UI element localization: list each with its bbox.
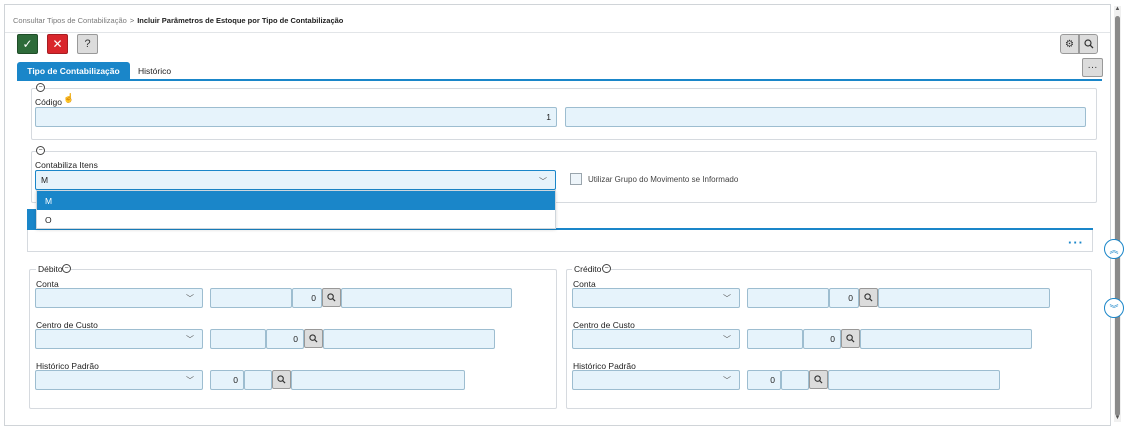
breadcrumb-parent[interactable]: Consultar Tipos de Contabilização: [13, 16, 127, 25]
vertical-scrollbar[interactable]: ▲ ▼: [1114, 6, 1121, 422]
contabiliza-select[interactable]: M ﹀: [35, 170, 556, 190]
breadcrumb-current: Incluir Parâmetros de Estoque por Tipo d…: [137, 16, 344, 25]
search-button[interactable]: [1079, 34, 1098, 54]
tab-underline: [17, 79, 1102, 81]
credito-historico-number-input[interactable]: 0: [747, 370, 781, 390]
debito-historico-select[interactable]: [35, 370, 203, 390]
more-options-button[interactable]: ···: [1082, 58, 1103, 77]
breadcrumb-separator: >: [129, 16, 135, 25]
debito-historico-description[interactable]: [291, 370, 465, 390]
debito-title-text: Débito: [38, 264, 63, 274]
dropdown-option-o[interactable]: O: [37, 210, 555, 229]
credito-historico-select[interactable]: [572, 370, 740, 390]
search-icon: [1083, 39, 1093, 49]
dropdown-option-m[interactable]: M: [37, 191, 555, 210]
codigo-description-input[interactable]: [565, 107, 1086, 127]
scroll-down-arrow-icon[interactable]: ▼: [1114, 415, 1121, 421]
cancel-button[interactable]: ✕: [47, 34, 68, 54]
credito-conta-number-input[interactable]: 0: [829, 288, 859, 308]
settings-button[interactable]: ⚙: [1060, 34, 1079, 54]
search-icon: [814, 375, 823, 384]
cursor-hand-icon: ☝: [63, 93, 75, 103]
credito-title-text: Crédito: [574, 264, 602, 274]
grid-more-options-icon[interactable]: ···: [1068, 236, 1084, 249]
codigo-input[interactable]: 1: [35, 107, 557, 127]
debito-conta-number-input[interactable]: 0: [292, 288, 322, 308]
double-chevron-down-icon: ︾: [1109, 303, 1119, 314]
scrollbar-thumb[interactable]: [1115, 16, 1120, 416]
confirm-button[interactable]: ✓: [17, 34, 38, 54]
debito-title: Débito: [36, 264, 65, 274]
chevron-down-icon: ﹀: [539, 177, 547, 186]
contabiliza-dropdown-list: M O: [36, 190, 556, 229]
credito-centro-number-input[interactable]: 0: [803, 329, 841, 349]
credito-historico-description[interactable]: [828, 370, 1000, 390]
credito-centro-code-input[interactable]: [747, 329, 803, 349]
scroll-up-arrow-icon[interactable]: ▲: [1114, 6, 1121, 12]
debito-centro-code-input[interactable]: [210, 329, 266, 349]
credito-conta-code-input[interactable]: [747, 288, 829, 308]
tab-bar: Tipo de Contabilização Histórico: [17, 62, 179, 79]
collapse-codigo-icon[interactable]: −: [36, 83, 45, 92]
debito-centro-description[interactable]: [323, 329, 495, 349]
debito-centro-select[interactable]: [35, 329, 203, 349]
debito-historico-number-input[interactable]: 0: [210, 370, 244, 390]
double-chevron-up-icon: ︽: [1109, 244, 1119, 255]
utilizar-grupo-label: Utilizar Grupo do Movimento se Informado: [588, 175, 739, 184]
credito-conta-search-button[interactable]: [859, 288, 878, 307]
debito-conta-search-button[interactable]: [322, 288, 341, 307]
debito-centro-search-button[interactable]: [304, 329, 323, 348]
contabiliza-selected-value: M: [41, 175, 49, 185]
credito-conta-select[interactable]: [572, 288, 740, 308]
search-icon: [277, 375, 286, 384]
debito-centro-number-input[interactable]: 0: [266, 329, 304, 349]
credito-conta-description[interactable]: [878, 288, 1050, 308]
codigo-label: Código: [35, 97, 62, 107]
search-icon: [864, 293, 873, 302]
inner-tab-indicator: [27, 209, 36, 229]
search-icon: [327, 293, 336, 302]
main-frame: Consultar Tipos de Contabilização > Inclui…: [4, 4, 1111, 426]
contabiliza-label: Contabiliza Itens: [35, 160, 98, 170]
debito-historico-code-input[interactable]: [244, 370, 272, 390]
breadcrumb: Consultar Tipos de Contabilização > Inclui…: [13, 16, 343, 25]
search-icon: [846, 334, 855, 343]
collapse-contabiliza-icon[interactable]: −: [36, 146, 45, 155]
credito-historico-search-button[interactable]: [809, 370, 828, 389]
scroll-to-top-button[interactable]: ︽: [1104, 239, 1124, 259]
check-icon: ✓: [22, 37, 33, 51]
credito-centro-description[interactable]: [860, 329, 1032, 349]
debito-conta-code-input[interactable]: [210, 288, 292, 308]
search-icon: [309, 334, 318, 343]
utilizar-grupo-checkbox[interactable]: [570, 173, 582, 185]
collapse-credito-icon[interactable]: −: [602, 264, 611, 273]
credito-title: Crédito: [572, 264, 604, 274]
gear-icon: ⚙: [1065, 38, 1074, 50]
credito-centro-select[interactable]: [572, 329, 740, 349]
debito-historico-search-button[interactable]: [272, 370, 291, 389]
debito-conta-description[interactable]: [341, 288, 512, 308]
scroll-to-bottom-button[interactable]: ︾: [1104, 298, 1124, 318]
header-divider: [5, 32, 1110, 33]
close-icon: ✕: [52, 37, 63, 51]
credito-centro-search-button[interactable]: [841, 329, 860, 348]
tab-historico[interactable]: Histórico: [130, 62, 179, 79]
credito-historico-code-input[interactable]: [781, 370, 809, 390]
help-button[interactable]: ?: [77, 34, 98, 54]
debito-conta-select[interactable]: [35, 288, 203, 308]
tab-tipo-contabilizacao[interactable]: Tipo de Contabilização: [17, 62, 130, 79]
collapse-debito-icon[interactable]: −: [62, 264, 71, 273]
inner-grid-area: [27, 230, 1093, 252]
